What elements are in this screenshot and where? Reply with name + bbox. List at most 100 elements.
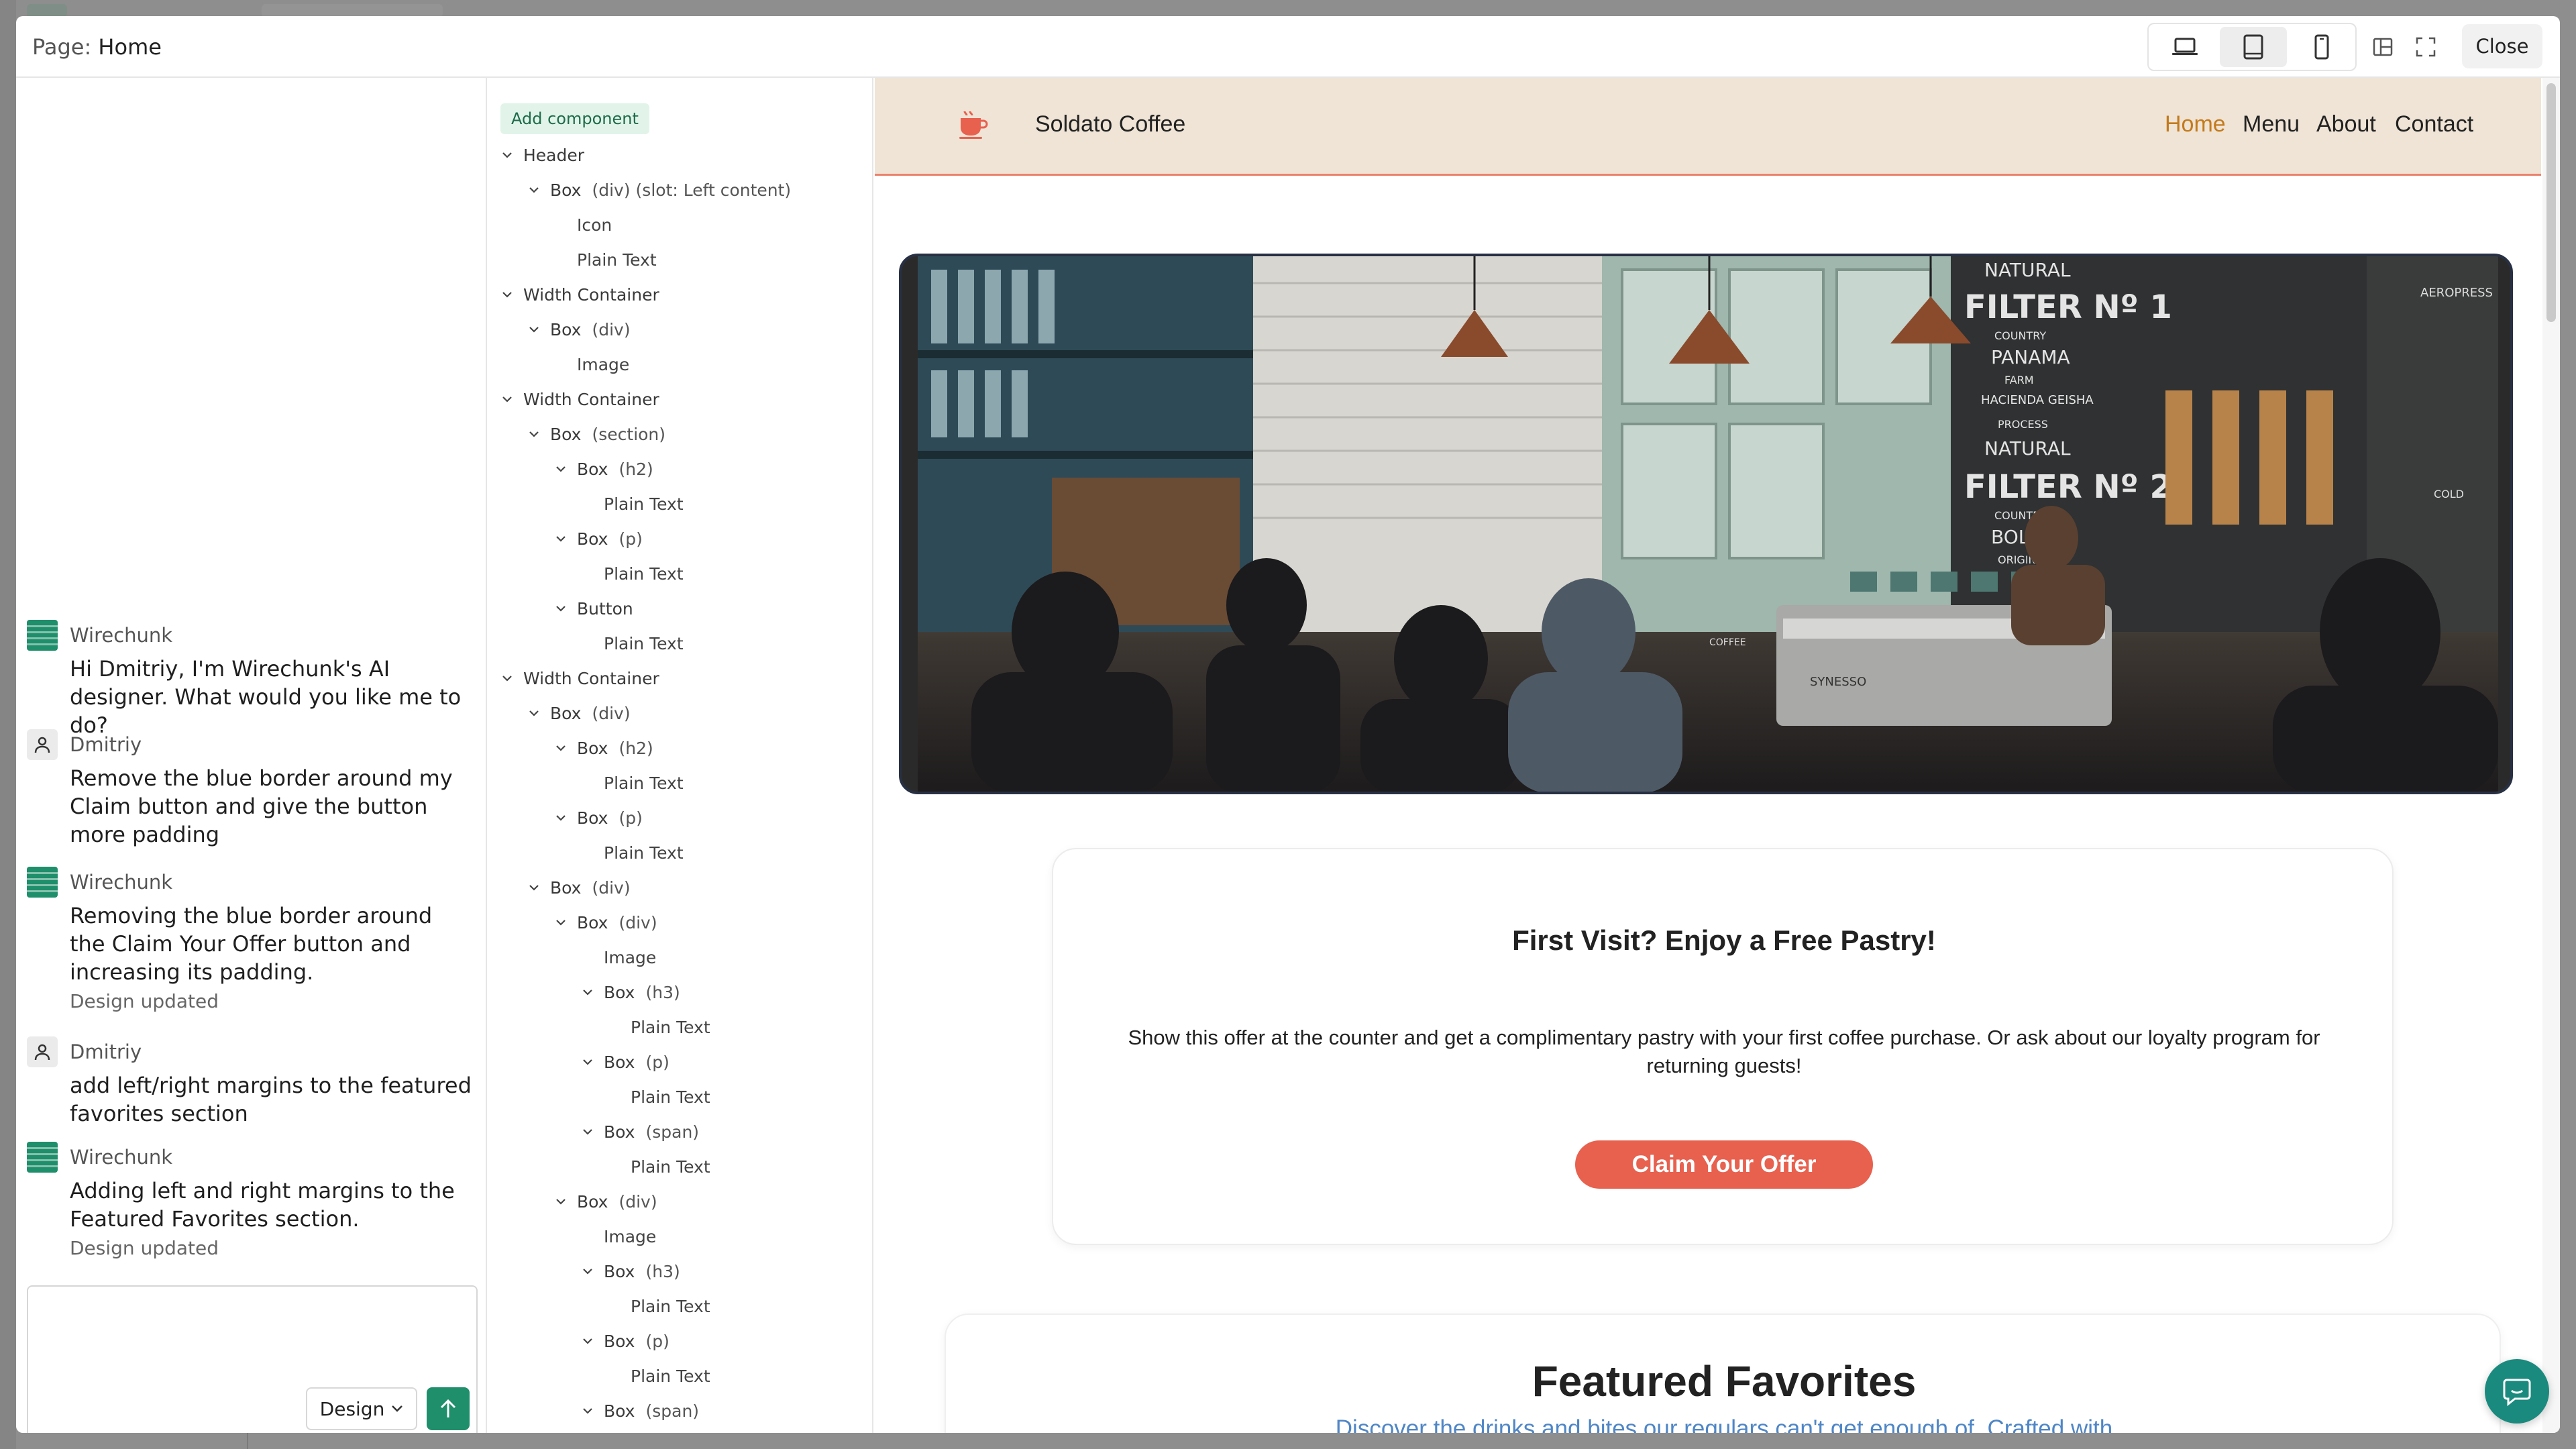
chevron-down-icon[interactable] — [529, 430, 550, 438]
chevron-down-icon[interactable] — [555, 918, 577, 926]
tree-node[interactable]: Box (h3) — [582, 979, 680, 1006]
tree-node[interactable]: Image — [577, 351, 629, 378]
tree-node[interactable]: Plain Text — [604, 490, 684, 517]
tree-node[interactable]: Icon — [577, 211, 612, 238]
tree-node[interactable]: Box (div) — [529, 700, 631, 727]
chevron-down-icon[interactable] — [555, 1197, 577, 1205]
tree-node[interactable]: Width Container — [502, 665, 659, 692]
fullscreen-button[interactable] — [2407, 28, 2445, 66]
claim-offer-button[interactable]: Claim Your Offer — [1575, 1140, 1873, 1189]
chevron-down-icon[interactable] — [555, 535, 577, 543]
nav-about[interactable]: About — [2316, 111, 2376, 138]
tree-node-tag: (h2) — [619, 738, 653, 758]
tree-node[interactable]: Box (div) (slot: Left content) — [529, 176, 791, 203]
tree-node[interactable]: Box (div) — [555, 909, 657, 936]
tree-node[interactable]: Plain Text — [604, 839, 684, 866]
tree-node-tag: (div) — [619, 912, 657, 932]
message-author: Wirechunk — [70, 871, 173, 894]
tree-node-tag: (p) — [619, 808, 643, 828]
chevron-down-icon[interactable] — [529, 709, 550, 717]
tree-node[interactable]: Box (span) — [582, 1118, 699, 1145]
tree-node[interactable]: Box (section) — [529, 421, 665, 447]
component-tree-panel: Add component Header Box (div) (slot: Left… — [488, 78, 873, 1433]
tree-node-tag: (h3) — [645, 1261, 680, 1281]
help-chat-button[interactable] — [2485, 1359, 2549, 1424]
tree-node[interactable]: Button — [555, 595, 633, 622]
tree-node[interactable]: Plain Text — [631, 1293, 710, 1320]
tablet-icon — [2243, 34, 2263, 60]
chevron-down-icon[interactable] — [555, 465, 577, 473]
nav-home[interactable]: Home — [2165, 111, 2226, 138]
chevron-down-icon[interactable] — [582, 1128, 604, 1136]
tree-node[interactable]: Box (h3) — [582, 1258, 680, 1285]
tree-node-tag: (div) (slot: Left content) — [592, 180, 792, 200]
chevron-down-icon[interactable] — [582, 1058, 604, 1066]
tree-node[interactable]: Box (div) — [529, 874, 631, 901]
message-text: add left/right margins to the featured f… — [70, 1073, 472, 1126]
message-author: Dmitriy — [70, 733, 142, 756]
tree-node-label: Box — [550, 319, 582, 339]
tree-node[interactable]: Box (p) — [582, 1049, 669, 1075]
tree-node-tag: (h2) — [619, 459, 653, 479]
send-button[interactable] — [427, 1387, 470, 1430]
tree-node[interactable]: Box (h2) — [555, 455, 653, 482]
mode-select[interactable]: Design — [306, 1387, 417, 1430]
chevron-down-icon[interactable] — [555, 744, 577, 752]
chevron-down-icon[interactable] — [582, 1337, 604, 1345]
tree-node[interactable]: Plain Text — [604, 630, 684, 657]
message-status: Design updated — [70, 1237, 219, 1259]
tree-node[interactable]: Box (div) — [529, 316, 631, 343]
desktop-view-button[interactable] — [2151, 27, 2218, 67]
chevron-down-icon[interactable] — [555, 604, 577, 612]
tree-node[interactable]: Box (p) — [555, 804, 643, 831]
tree-node[interactable]: Plain Text — [631, 1362, 710, 1389]
tree-node[interactable]: Image — [604, 1223, 656, 1250]
coffee-cup-icon — [959, 111, 988, 139]
preview-scrollbar-thumb[interactable] — [2546, 83, 2556, 322]
tree-node-tag: (div) — [592, 703, 631, 723]
tree-node-label: Box — [577, 738, 608, 758]
chevron-down-icon[interactable] — [582, 1267, 604, 1275]
tree-node[interactable]: Plain Text — [604, 769, 684, 796]
tablet-view-button[interactable] — [2220, 27, 2287, 67]
tree-node[interactable]: Plain Text — [577, 246, 657, 273]
chevron-down-icon[interactable] — [502, 395, 523, 403]
tree-node-label: Plain Text — [604, 843, 684, 863]
tree-node[interactable]: Box (p) — [555, 525, 643, 552]
chevron-down-icon[interactable] — [529, 325, 550, 333]
chevron-down-icon[interactable] — [502, 674, 523, 682]
chat-message: Dmitriy add left/right margins to the fe… — [27, 1036, 476, 1128]
add-component-button[interactable]: Add component — [500, 103, 649, 134]
chat-input[interactable] — [39, 1295, 462, 1375]
tree-node[interactable]: Box (h2) — [555, 735, 653, 761]
nav-contact[interactable]: Contact — [2395, 111, 2473, 138]
chevron-down-icon[interactable] — [555, 814, 577, 822]
tree-node[interactable]: Image — [604, 944, 656, 971]
chevron-down-icon[interactable] — [502, 290, 523, 299]
tree-node-label: Image — [577, 354, 630, 374]
close-button[interactable]: Close — [2462, 24, 2542, 68]
tree-node[interactable]: Width Container — [502, 281, 659, 308]
tree-node[interactable]: Plain Text — [604, 560, 684, 587]
tree-node[interactable]: Plain Text — [631, 1432, 710, 1433]
split-layout-button[interactable] — [2364, 28, 2402, 66]
modal-header: Page: Home Close — [16, 16, 2560, 78]
chevron-down-icon[interactable] — [502, 151, 523, 159]
tree-node[interactable]: Header — [502, 142, 584, 168]
message-author: Dmitriy — [70, 1040, 142, 1063]
mobile-view-button[interactable] — [2288, 27, 2355, 67]
chevron-down-icon[interactable] — [582, 988, 604, 996]
chevron-down-icon[interactable] — [529, 186, 550, 194]
tree-node[interactable]: Box (div) — [555, 1188, 657, 1215]
nav-menu[interactable]: Menu — [2243, 111, 2300, 138]
chat-composer[interactable]: Design — [27, 1285, 478, 1433]
tree-node[interactable]: Plain Text — [631, 1083, 710, 1110]
tree-node[interactable]: Width Container — [502, 386, 659, 413]
chevron-down-icon[interactable] — [582, 1407, 604, 1415]
wirechunk-avatar — [27, 867, 58, 898]
tree-node[interactable]: Plain Text — [631, 1014, 710, 1040]
tree-node[interactable]: Box (span) — [582, 1397, 699, 1424]
tree-node[interactable]: Box (p) — [582, 1328, 669, 1354]
tree-node[interactable]: Plain Text — [631, 1153, 710, 1180]
chevron-down-icon[interactable] — [529, 883, 550, 892]
